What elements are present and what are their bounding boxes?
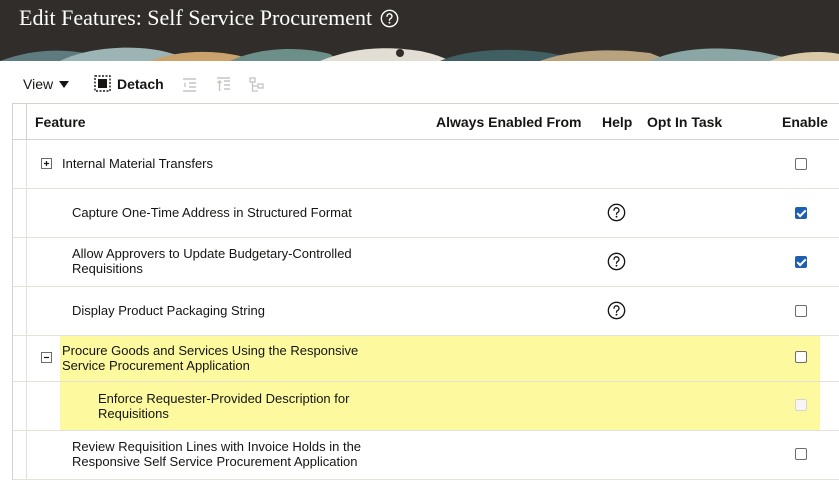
table-row[interactable]: Display Product Packaging String: [13, 287, 839, 336]
collapse-rows-icon: [183, 78, 196, 92]
table-header: Feature Always Enabled From Help Opt In …: [13, 104, 839, 140]
table-row[interactable]: Allow Approvers to Update Budgetary-Cont…: [13, 238, 839, 287]
feature-name: Procure Goods and Services Using the Res…: [62, 343, 359, 373]
help-icon[interactable]: [607, 301, 626, 320]
row-gutter: [13, 336, 27, 381]
feature-name: Review Requisition Lines with Invoice Ho…: [72, 439, 362, 469]
help-icon[interactable]: [607, 252, 626, 271]
view-menu-label: View: [23, 76, 54, 92]
enable-checkbox[interactable]: [795, 256, 807, 268]
help-icon[interactable]: [380, 9, 399, 28]
header-gutter: [26, 104, 27, 139]
row-gutter: [13, 238, 27, 286]
feature-name: Capture One-Time Address in Structured F…: [72, 205, 352, 220]
features-table: Feature Always Enabled From Help Opt In …: [12, 103, 839, 480]
feature-name: Enforce Requester-Provided Description f…: [98, 391, 350, 421]
enable-checkbox[interactable]: [795, 351, 807, 363]
enable-checkbox[interactable]: [795, 448, 807, 460]
view-menu-button[interactable]: View: [23, 76, 70, 92]
page-title: Edit Features: Self Service Procurement: [19, 5, 373, 30]
feature-name: Allow Approvers to Update Budgetary-Cont…: [72, 246, 352, 276]
column-header-always-enabled-from[interactable]: Always Enabled From: [436, 114, 581, 130]
decorative-banner: [0, 44, 839, 61]
row-gutter: [13, 189, 27, 237]
row-gutter: [13, 140, 27, 188]
page-header: Edit Features: Self Service Procurement: [0, 0, 839, 61]
column-header-opt-in-task[interactable]: Opt In Task: [647, 114, 722, 130]
detach-button[interactable]: Detach: [94, 75, 164, 92]
row-gutter: [13, 287, 27, 335]
column-header-help[interactable]: Help: [602, 114, 632, 130]
column-header-feature[interactable]: Feature: [35, 114, 86, 130]
table-row[interactable]: Enforce Requester-Provided Description f…: [13, 382, 839, 431]
page-title-wrap: Edit Features: Self Service Procurement: [19, 5, 399, 31]
row-gutter: [13, 382, 27, 430]
enable-checkbox[interactable]: [795, 207, 807, 219]
enable-checkbox[interactable]: [795, 158, 807, 170]
collapse-minus-icon[interactable]: [41, 352, 52, 363]
detach-label: Detach: [117, 75, 164, 92]
enable-checkbox[interactable]: [795, 305, 807, 317]
table-row[interactable]: Procure Goods and Services Using the Res…: [13, 336, 839, 382]
caret-down-icon: [59, 80, 70, 88]
enable-checkbox: [795, 399, 807, 411]
table-toolbar: View Detach: [0, 73, 839, 97]
detach-icon: [94, 75, 111, 92]
table-row[interactable]: Review Requisition Lines with Invoice Ho…: [13, 431, 839, 480]
hierarchy-icon: [249, 77, 264, 92]
expand-plus-icon[interactable]: [41, 158, 52, 169]
feature-name: Internal Material Transfers: [62, 156, 214, 171]
row-gutter: [13, 431, 27, 479]
help-icon[interactable]: [607, 203, 626, 222]
feature-name: Display Product Packaging String: [72, 303, 265, 318]
table-row[interactable]: Internal Material Transfers: [13, 140, 839, 189]
column-header-enable[interactable]: Enable: [782, 114, 828, 130]
table-row[interactable]: Capture One-Time Address in Structured F…: [13, 189, 839, 238]
expand-rows-icon: [217, 77, 230, 91]
